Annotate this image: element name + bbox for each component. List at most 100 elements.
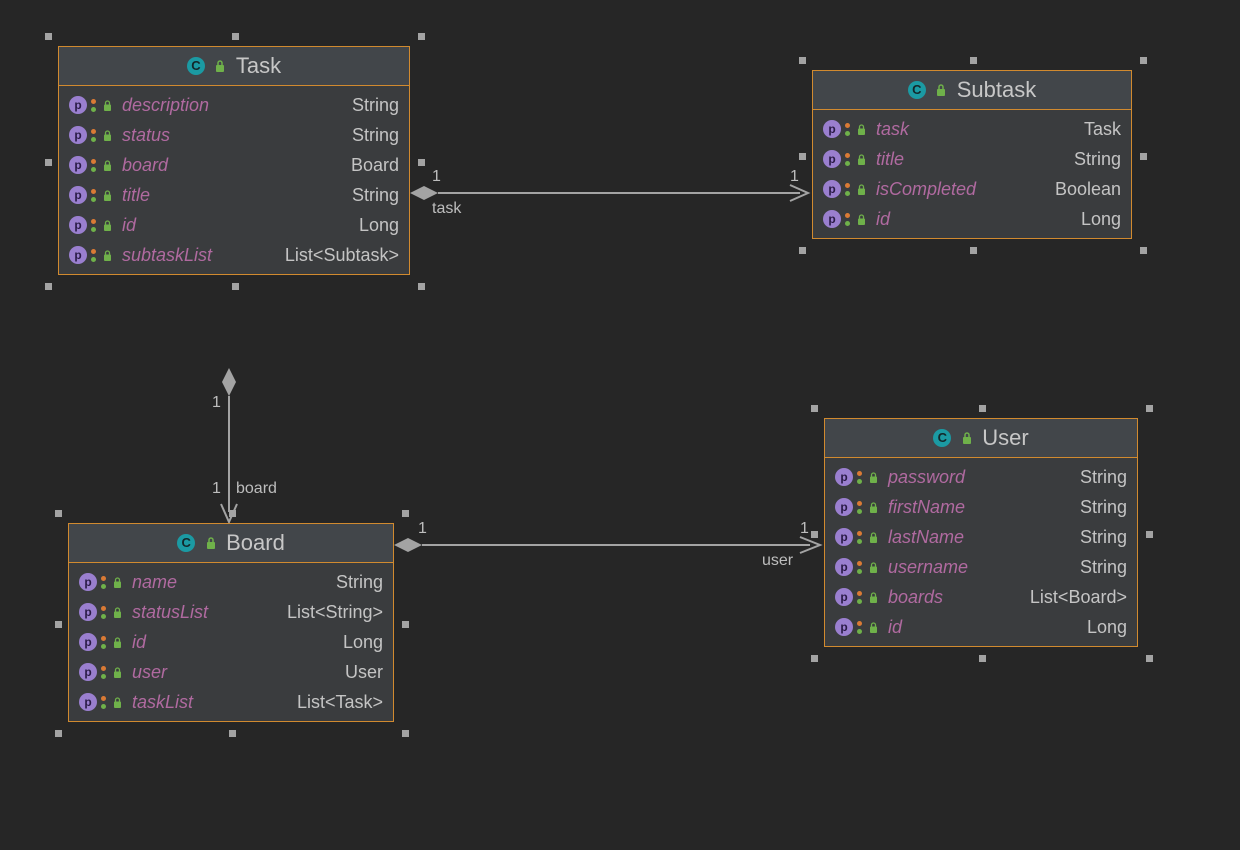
lock-icon	[101, 159, 114, 172]
resize-handle[interactable]	[55, 510, 62, 517]
resize-handle[interactable]	[811, 405, 818, 412]
field-row[interactable]: p lastName String	[825, 522, 1137, 552]
class-title: Task	[236, 53, 281, 78]
class-body: p task Task p title String p isCompleted…	[813, 110, 1131, 238]
resize-handle[interactable]	[418, 159, 425, 166]
resize-handle[interactable]	[979, 655, 986, 662]
resize-handle[interactable]	[1140, 247, 1147, 254]
resize-handle[interactable]	[970, 247, 977, 254]
resize-handle[interactable]	[799, 153, 806, 160]
field-name: isCompleted	[876, 179, 976, 200]
field-row[interactable]: p id Long	[59, 210, 409, 240]
resize-handle[interactable]	[232, 283, 239, 290]
field-name: id	[122, 215, 136, 236]
field-row[interactable]: p subtaskList List<Subtask>	[59, 240, 409, 270]
field-name: board	[122, 155, 168, 176]
resize-handle[interactable]	[229, 510, 236, 517]
lock-icon	[101, 219, 114, 232]
class-icon: C	[933, 429, 951, 447]
resize-handle[interactable]	[45, 159, 52, 166]
resize-handle[interactable]	[45, 33, 52, 40]
resize-handle[interactable]	[402, 510, 409, 517]
mult-subtask-side: 1	[790, 168, 799, 186]
field-row[interactable]: p title String	[813, 144, 1131, 174]
field-row[interactable]: p id Long	[825, 612, 1137, 642]
resize-handle[interactable]	[799, 247, 806, 254]
lock-icon	[960, 431, 974, 445]
class-header[interactable]: C User	[825, 419, 1137, 458]
field-type: Task	[1084, 119, 1121, 140]
resize-handle[interactable]	[1146, 531, 1153, 538]
class-body: p name String p statusList List<String> …	[69, 563, 393, 721]
class-header[interactable]: C Subtask	[813, 71, 1131, 110]
resize-handle[interactable]	[55, 730, 62, 737]
connector-task-board	[221, 368, 237, 522]
resize-handle[interactable]	[811, 531, 818, 538]
field-type: List<Task>	[297, 692, 383, 713]
field-type: Long	[1081, 209, 1121, 230]
field-type: String	[1080, 527, 1127, 548]
resize-handle[interactable]	[1140, 57, 1147, 64]
resize-handle[interactable]	[229, 730, 236, 737]
field-row[interactable]: p statusList List<String>	[69, 597, 393, 627]
field-row[interactable]: p username String	[825, 552, 1137, 582]
field-row[interactable]: p description String	[59, 90, 409, 120]
field-row[interactable]: p boards List<Board>	[825, 582, 1137, 612]
lock-icon	[204, 536, 218, 550]
resize-handle[interactable]	[402, 621, 409, 628]
field-row[interactable]: p id Long	[69, 627, 393, 657]
resize-handle[interactable]	[45, 283, 52, 290]
field-row[interactable]: p name String	[69, 567, 393, 597]
field-name: firstName	[888, 497, 965, 518]
field-row[interactable]: p taskList List<Task>	[69, 687, 393, 717]
lock-icon	[111, 606, 124, 619]
field-row[interactable]: p title String	[59, 180, 409, 210]
class-header[interactable]: C Task	[59, 47, 409, 86]
property-icon: p	[69, 96, 87, 114]
field-row[interactable]: p isCompleted Boolean	[813, 174, 1131, 204]
field-name: id	[888, 617, 902, 638]
property-icon: p	[79, 693, 97, 711]
field-row[interactable]: p firstName String	[825, 492, 1137, 522]
resize-handle[interactable]	[970, 57, 977, 64]
field-row[interactable]: p board Board	[59, 150, 409, 180]
field-row[interactable]: p password String	[825, 462, 1137, 492]
class-icon: C	[908, 81, 926, 99]
field-type: List<Board>	[1030, 587, 1127, 608]
resize-handle[interactable]	[1146, 405, 1153, 412]
resize-handle[interactable]	[979, 405, 986, 412]
field-name: id	[132, 632, 146, 653]
resize-handle[interactable]	[1146, 655, 1153, 662]
lock-icon	[855, 213, 868, 226]
resize-handle[interactable]	[811, 655, 818, 662]
resize-handle[interactable]	[1140, 153, 1147, 160]
property-icon: p	[823, 180, 841, 198]
class-task[interactable]: C Task p description String p status Str…	[58, 46, 410, 275]
resize-handle[interactable]	[799, 57, 806, 64]
field-name: taskList	[132, 692, 193, 713]
field-row[interactable]: p task Task	[813, 114, 1131, 144]
class-body: p description String p status String p b…	[59, 86, 409, 274]
field-type: String	[1074, 149, 1121, 170]
resize-handle[interactable]	[232, 33, 239, 40]
class-board[interactable]: C Board p name String p statusList List<…	[68, 523, 394, 722]
class-header[interactable]: C Board	[69, 524, 393, 563]
class-body: p password String p firstName String p l…	[825, 458, 1137, 646]
class-subtask[interactable]: C Subtask p task Task p title String p i…	[812, 70, 1132, 239]
resize-handle[interactable]	[55, 621, 62, 628]
label-task-subtask: task	[432, 200, 461, 218]
property-icon: p	[79, 663, 97, 681]
class-user[interactable]: C User p password String p firstName Str…	[824, 418, 1138, 647]
resize-handle[interactable]	[418, 283, 425, 290]
property-icon: p	[69, 126, 87, 144]
resize-handle[interactable]	[402, 730, 409, 737]
resize-handle[interactable]	[418, 33, 425, 40]
property-icon: p	[79, 573, 97, 591]
field-row[interactable]: p id Long	[813, 204, 1131, 234]
diagram-canvas[interactable]: 1 1 task 1 1 board 1 1 user C Task p des…	[0, 0, 1240, 850]
field-row[interactable]: p status String	[59, 120, 409, 150]
property-icon: p	[835, 498, 853, 516]
lock-icon	[101, 99, 114, 112]
property-icon: p	[823, 150, 841, 168]
field-row[interactable]: p user User	[69, 657, 393, 687]
